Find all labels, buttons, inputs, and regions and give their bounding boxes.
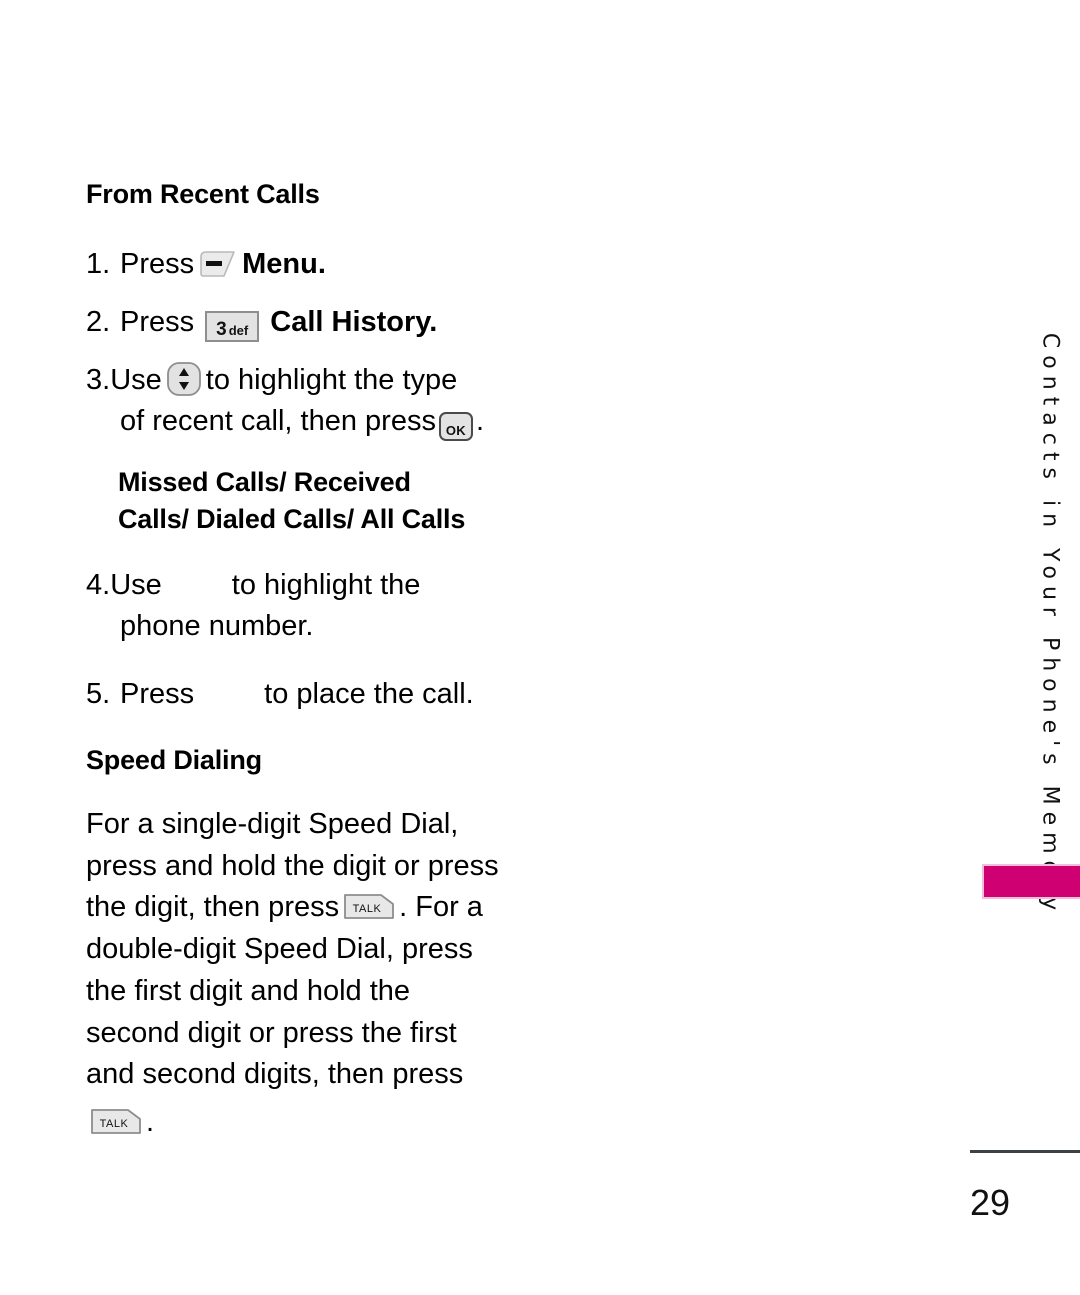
keypad-digit: 3 — [216, 318, 227, 340]
paragraph-line: second digit or press the first — [86, 1016, 457, 1049]
step-verb: Use — [110, 569, 162, 602]
paragraph-line: double-digit Speed Dial, press — [86, 933, 473, 966]
speed-dialing-paragraph: For a single-digit Speed Dial, press and… — [86, 804, 556, 1144]
running-head: Contacts in Your Phone's Memory — [1020, 333, 1080, 917]
talk-key-icon: TALK — [343, 892, 395, 921]
list-item-step-1: 1. Press Menu. — [86, 244, 556, 285]
list-item-step-2: 2. Press 3 def Call History. — [86, 302, 556, 343]
step-period: . — [475, 405, 485, 438]
step-text: to highlight the type — [205, 364, 458, 397]
step-number: 4. — [86, 569, 111, 602]
step-number: 1. — [86, 247, 111, 280]
step-text: to place the call. — [264, 677, 474, 710]
svg-text:TALK: TALK — [353, 903, 382, 915]
ok-key-label: OK — [445, 423, 466, 439]
running-head-text: Contacts in Your Phone's Memory — [1037, 332, 1063, 918]
paragraph-line: press and hold the digit or press — [86, 849, 499, 882]
paragraph-line: . For a — [399, 891, 483, 924]
step-number: 5. — [86, 677, 111, 710]
call-type-list: Missed Calls/ Received Calls/ Dialed Cal… — [118, 464, 556, 537]
step-number: 3. — [86, 364, 111, 397]
paragraph-line: For a single-digit Speed Dial, — [86, 807, 459, 840]
step-text-line2: phone number. — [120, 610, 314, 643]
svg-text:TALK: TALK — [100, 1118, 129, 1130]
list-item-step-5: 5. Press to place the call. — [86, 674, 556, 715]
list-item-step-3: 3.Use to highlight the type of recent cal… — [86, 360, 556, 442]
page-title: From Recent Calls — [86, 179, 320, 209]
keypad-key-3-def-icon: 3 def — [205, 310, 260, 342]
paragraph-line: and second digits, then press — [86, 1058, 464, 1091]
step-verb: Press — [120, 677, 195, 710]
speed-dialing-heading: Speed Dialing — [86, 744, 262, 775]
menu-softkey-icon — [198, 250, 238, 278]
missing-icon-placeholder — [194, 681, 264, 707]
paragraph-line: the digit, then press — [86, 891, 340, 924]
step-target-label: Call History. — [270, 305, 438, 338]
talk-key-icon: TALK — [90, 1107, 142, 1136]
step-target-label: Menu. — [242, 247, 326, 280]
step-verb: Use — [110, 364, 162, 397]
keypad-letters: def — [228, 322, 249, 338]
footer-divider — [970, 1150, 1080, 1153]
page-number: 29 — [970, 1182, 1011, 1223]
list-item-step-4: 4.Use to highlight the phone number. — [86, 565, 556, 647]
step-number: 2. — [86, 305, 111, 338]
chapter-tab-marker — [982, 864, 1080, 899]
step-verb: Press — [120, 305, 195, 338]
step-verb: Press — [120, 247, 195, 280]
paragraph-line: . — [146, 1106, 155, 1139]
call-type-line-2: Calls/ Dialed Calls/ All Calls — [118, 503, 466, 534]
page-content: From Recent Calls 1. Press Menu. 2. Press 3… — [86, 179, 556, 1144]
paragraph-line: the first digit and hold the — [86, 974, 411, 1007]
missing-icon-placeholder — [162, 572, 232, 598]
ok-key-icon: OK — [438, 412, 473, 442]
navigation-up-down-key-icon — [166, 361, 202, 397]
step-text-line2: of recent call, then press — [120, 405, 436, 438]
call-type-line-1: Missed Calls/ Received — [118, 467, 411, 498]
step-text: to highlight the — [231, 569, 421, 602]
